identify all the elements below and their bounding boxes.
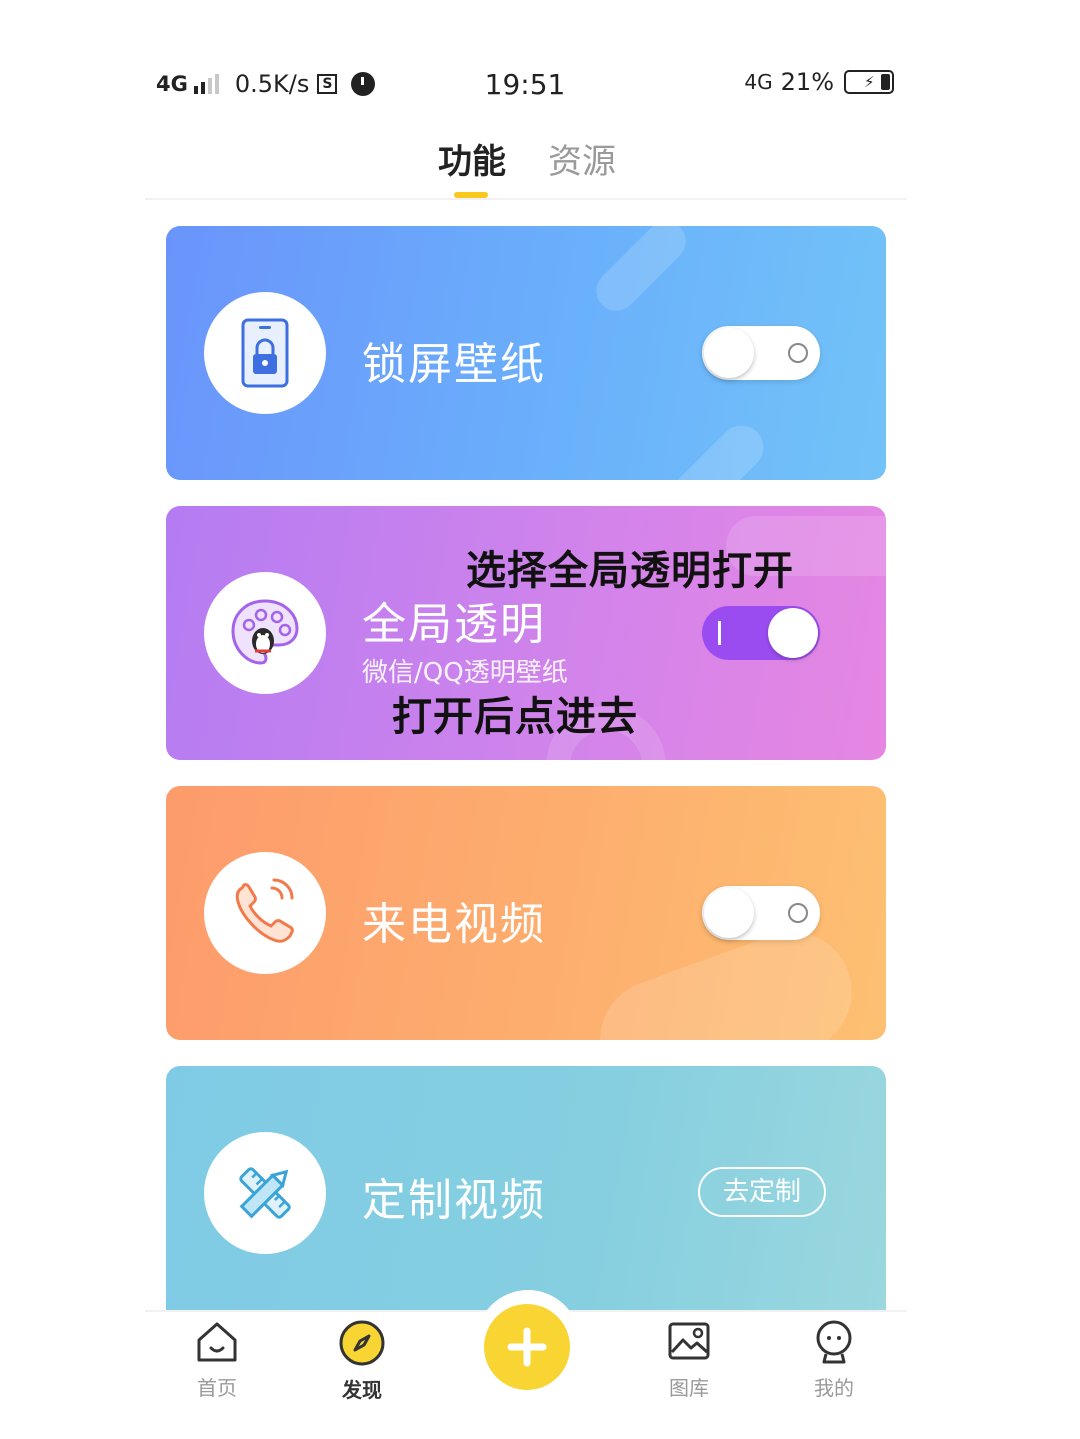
profile-icon (816, 1320, 852, 1364)
nav-home[interactable]: 首页 (167, 1318, 267, 1401)
incoming-call-video-title: 来电视频 (362, 899, 546, 950)
nav-discover[interactable]: 发现 (312, 1318, 412, 1403)
tab-resources[interactable]: 资源 (548, 134, 616, 183)
top-tabs: 功能 资源 (0, 128, 1080, 198)
lock-phone-icon (204, 292, 326, 414)
incoming-call-video-toggle[interactable] (702, 886, 820, 940)
nav-profile-label: 我的 (814, 1376, 854, 1400)
nav-profile[interactable]: 我的 (784, 1318, 884, 1401)
lockscreen-wallpaper-card[interactable]: 锁屏壁纸 (166, 226, 886, 480)
palette-icon (204, 572, 326, 694)
custom-video-title: 定制视频 (362, 1175, 546, 1226)
toggle-off-indicator (788, 343, 808, 363)
lockscreen-wallpaper-title: 锁屏壁纸 (362, 339, 546, 390)
tab-divider (145, 198, 907, 200)
annotation-select-global: 选择全局透明打开 (466, 548, 794, 594)
incoming-call-video-card[interactable]: 来电视频 (166, 786, 886, 1040)
tab-features[interactable]: 功能 (438, 134, 506, 183)
gallery-icon (668, 1322, 710, 1360)
pencil-ruler-icon (204, 1132, 326, 1254)
home-icon (197, 1322, 237, 1362)
go-customize-button[interactable]: 去定制 (698, 1167, 826, 1217)
status-bar: 4G 0.5K/s S 19:51 4G 21% ⚡ (0, 62, 1080, 108)
status-right: 4G 21% ⚡ (744, 68, 894, 96)
toggle-off-indicator (788, 903, 808, 923)
compass-icon (339, 1320, 385, 1366)
network-type-right: 4G (744, 70, 773, 94)
nav-home-label: 首页 (197, 1376, 237, 1400)
nav-gallery[interactable]: 图库 (639, 1318, 739, 1401)
toggle-knob (768, 608, 818, 658)
plus-icon (507, 1327, 547, 1367)
battery-percent: 21% (780, 68, 834, 96)
global-transparent-toggle[interactable] (702, 606, 820, 660)
lockscreen-wallpaper-toggle[interactable] (702, 326, 820, 380)
battery-charging-icon: ⚡ (844, 70, 894, 94)
global-transparent-title: 全局透明 (362, 599, 546, 650)
phone-call-icon (204, 852, 326, 974)
toggle-on-indicator (718, 621, 721, 645)
nav-discover-label: 发现 (342, 1378, 382, 1402)
custom-video-card[interactable]: 定制视频 去定制 (166, 1066, 886, 1312)
annotation-open-then-enter: 打开后点进去 (392, 694, 638, 740)
toggle-knob (704, 328, 754, 378)
nav-gallery-label: 图库 (669, 1376, 709, 1400)
toggle-knob (704, 888, 754, 938)
add-button[interactable] (484, 1304, 570, 1390)
